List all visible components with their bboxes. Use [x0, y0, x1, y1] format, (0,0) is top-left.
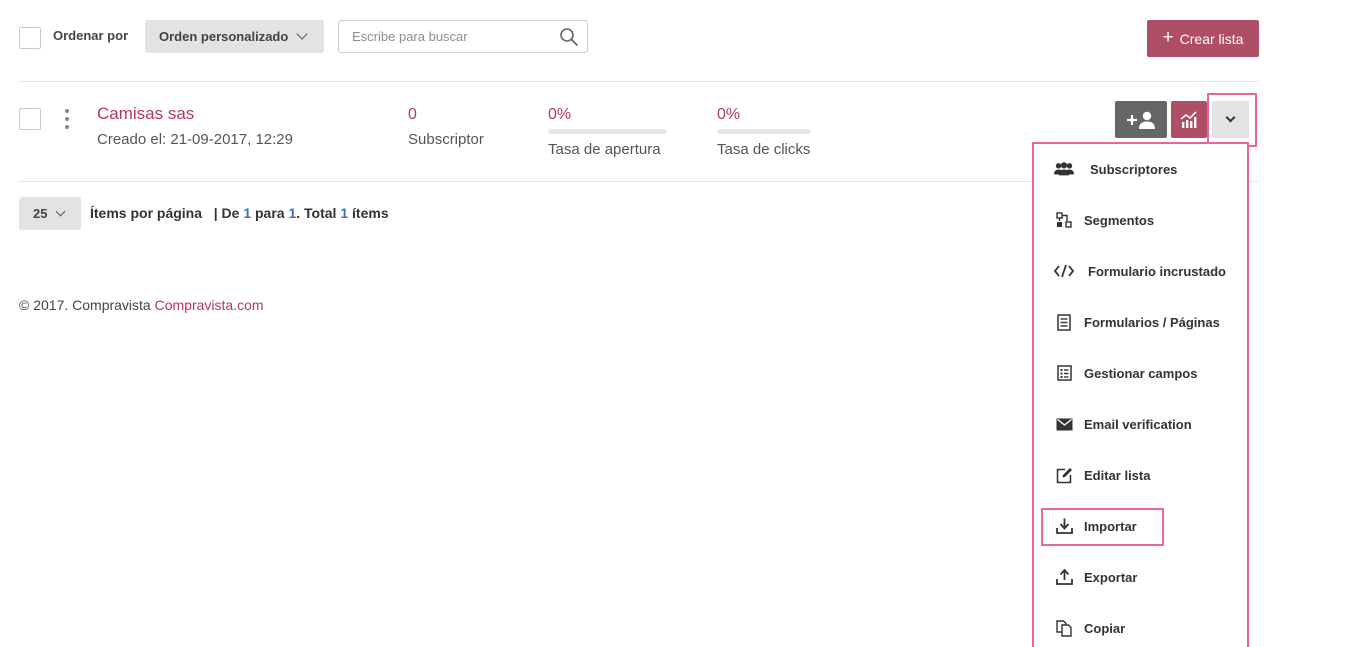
to-label: para	[255, 205, 285, 221]
menu-item-gestionar-campos[interactable]: Gestionar campos	[1034, 348, 1247, 399]
menu-item-formularios-paginas[interactable]: Formularios / Páginas	[1034, 297, 1247, 348]
actions-dropdown-menu: Subscriptores Segmentos Formulario incru…	[1032, 142, 1249, 647]
items-per-page-label: Ítems por página	[90, 205, 203, 221]
chart-icon	[1180, 110, 1197, 128]
range-from: 1	[243, 205, 252, 221]
click-rate-value: 0%	[717, 106, 741, 123]
menu-item-exportar[interactable]: Exportar	[1034, 552, 1247, 603]
open-rate-value: 0%	[548, 106, 572, 123]
menu-item-label: Formulario incrustado	[1088, 264, 1226, 279]
menu-item-label: Copiar	[1084, 621, 1126, 636]
subscribers-label: Subscriptor	[408, 131, 484, 148]
menu-item-label: Editar lista	[1084, 468, 1151, 483]
list-created-date: Creado el: 21-09-2017, 12:29	[97, 131, 293, 148]
from-label: De	[221, 205, 240, 221]
sort-by-label: Ordenar por	[53, 28, 129, 43]
row-checkbox[interactable]	[19, 108, 41, 130]
fields-list-icon	[1054, 364, 1074, 382]
highlight-box	[1207, 93, 1257, 147]
total-count: 1	[340, 205, 349, 221]
items-per-page-select[interactable]: 25	[19, 197, 81, 230]
add-person-icon	[1127, 111, 1155, 129]
total-label: . Total	[296, 205, 337, 221]
stats-button[interactable]	[1171, 101, 1207, 138]
menu-item-subscriptores[interactable]: Subscriptores	[1034, 144, 1247, 195]
menu-item-label: Gestionar campos	[1084, 366, 1198, 381]
click-rate-bar	[717, 129, 811, 134]
code-icon	[1054, 262, 1074, 280]
users-icon	[1054, 160, 1074, 178]
open-rate-bar	[548, 129, 667, 134]
search-input[interactable]	[339, 21, 539, 51]
chevron-down-icon	[56, 206, 66, 216]
segments-icon	[1054, 211, 1074, 229]
menu-item-editar-lista[interactable]: Editar lista	[1034, 450, 1247, 501]
items-label: ítems	[352, 205, 389, 221]
footer: © 2017. Compravista Compravista.com	[19, 297, 264, 313]
drag-handle-icon[interactable]	[64, 109, 70, 129]
plus-icon: +	[1162, 27, 1174, 48]
copyright-text: © 2017. Compravista	[19, 297, 151, 313]
menu-item-copiar[interactable]: Copiar	[1034, 603, 1247, 647]
menu-item-label: Email verification	[1084, 417, 1192, 432]
menu-item-segmentos[interactable]: Segmentos	[1034, 195, 1247, 246]
menu-item-email-verification[interactable]: Email verification	[1034, 399, 1247, 450]
edit-icon	[1054, 466, 1074, 484]
add-subscriber-button[interactable]	[1115, 101, 1167, 138]
envelope-icon	[1054, 415, 1074, 433]
click-rate-label: Tasa de clicks	[717, 141, 811, 158]
separator: |	[213, 205, 218, 221]
create-list-label: Crear lista	[1179, 30, 1244, 47]
sort-select-value: Orden personalizado	[159, 29, 289, 44]
pagination-summary: Ítems por página | De 1 para 1. Total 1 …	[90, 205, 389, 221]
search-icon[interactable]	[559, 27, 579, 47]
footer-link[interactable]: Compravista.com	[155, 297, 264, 313]
create-list-button[interactable]: + Crear lista	[1147, 20, 1259, 57]
open-rate-label: Tasa de apertura	[548, 141, 661, 158]
highlight-box	[1041, 508, 1164, 546]
select-all-checkbox[interactable]	[19, 27, 41, 49]
menu-item-formulario-incrustado[interactable]: Formulario incrustado	[1034, 246, 1247, 297]
form-pages-icon	[1054, 313, 1074, 331]
chevron-down-icon	[296, 28, 308, 40]
menu-item-label: Exportar	[1084, 570, 1138, 585]
copy-icon	[1054, 619, 1074, 637]
search-box[interactable]	[338, 20, 588, 53]
sort-select[interactable]: Orden personalizado	[145, 20, 324, 53]
menu-item-label: Segmentos	[1084, 213, 1155, 228]
menu-item-label: Formularios / Páginas	[1084, 315, 1220, 330]
subscribers-count[interactable]: 0	[408, 106, 417, 124]
export-icon	[1054, 568, 1074, 586]
divider	[18, 81, 1259, 82]
menu-item-label: Subscriptores	[1090, 162, 1178, 177]
items-per-page-value: 25	[33, 206, 48, 221]
list-name-link[interactable]: Camisas sas	[97, 104, 194, 124]
